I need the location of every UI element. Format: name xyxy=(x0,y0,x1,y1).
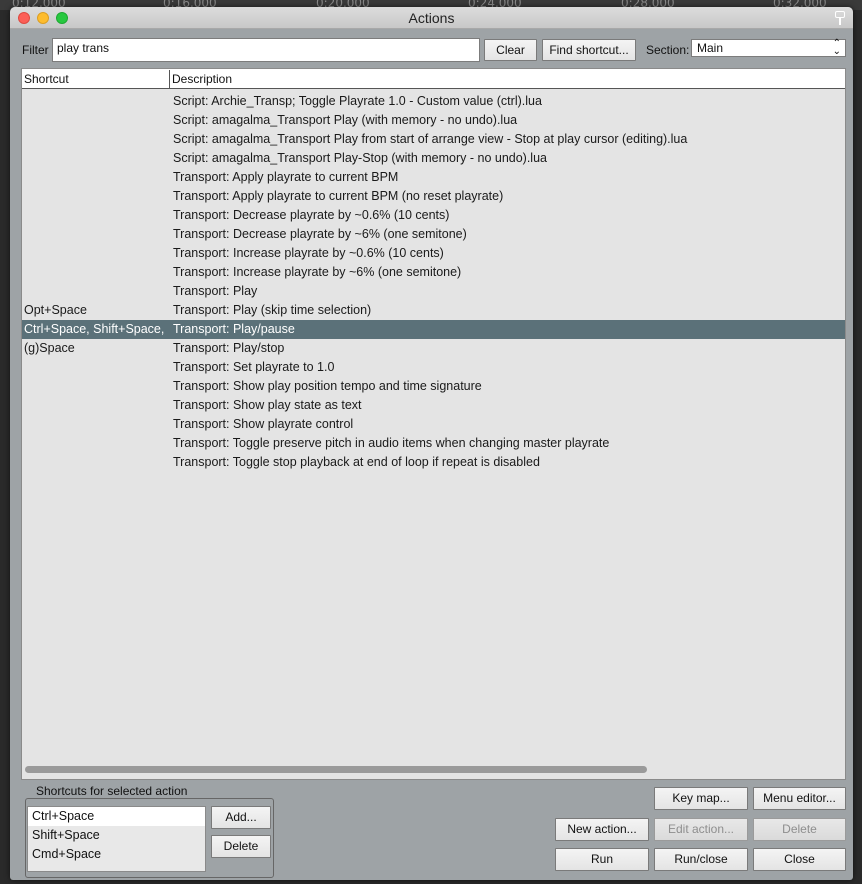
column-header-description[interactable]: Description xyxy=(172,72,232,86)
menu-editor-button[interactable]: Menu editor... xyxy=(753,787,846,810)
key-map-button[interactable]: Key map... xyxy=(654,787,748,810)
row-description: Transport: Increase playrate by ~6% (one… xyxy=(173,265,462,279)
list-row[interactable]: Transport: Decrease playrate by ~6% (one… xyxy=(22,225,845,244)
filter-label: Filter xyxy=(22,43,49,57)
row-description: Transport: Play/stop xyxy=(173,341,285,355)
row-description: Transport: Apply playrate to current BPM xyxy=(173,170,399,184)
row-shortcut: Ctrl+Space, Shift+Space, xyxy=(24,322,165,336)
list-row[interactable]: Script: amagalma_Transport Play from sta… xyxy=(22,130,845,149)
row-shortcut: (g)Space xyxy=(24,341,75,355)
row-shortcut: Opt+Space xyxy=(24,303,87,317)
list-row[interactable]: Transport: Play xyxy=(22,282,845,301)
list-row[interactable]: Transport: Set playrate to 1.0 xyxy=(22,358,845,377)
add-shortcut-button[interactable]: Add... xyxy=(211,806,271,829)
pin-icon[interactable] xyxy=(833,10,847,26)
new-action-button[interactable]: New action... xyxy=(555,818,649,841)
select-arrows-icon: ⌃ ⌄ xyxy=(832,38,841,57)
delete-action-button[interactable]: Delete xyxy=(753,818,846,841)
list-row[interactable]: Script: amagalma_Transport Play-Stop (wi… xyxy=(22,149,845,168)
list-row-selected[interactable]: Ctrl+Space, Shift+Space, Transport: Play/… xyxy=(22,320,845,339)
list-row[interactable]: Transport: Apply playrate to current BPM xyxy=(22,168,845,187)
list-row[interactable]: Transport: Increase playrate by ~6% (one… xyxy=(22,263,845,282)
shortcut-item[interactable]: Ctrl+Space xyxy=(28,807,205,826)
actions-window: Actions Filter play trans Clear Find sho… xyxy=(10,7,853,880)
list-row[interactable]: Transport: Decrease playrate by ~0.6% (1… xyxy=(22,206,845,225)
clear-button[interactable]: Clear xyxy=(484,39,537,61)
column-header-shortcut[interactable]: Shortcut xyxy=(24,72,69,86)
row-description: Transport: Toggle preserve pitch in audi… xyxy=(173,436,610,450)
list-row[interactable]: Script: Archie_Transp; Toggle Playrate 1… xyxy=(22,92,845,111)
list-row[interactable]: Script: amagalma_Transport Play (with me… xyxy=(22,111,845,130)
row-description: Script: amagalma_Transport Play-Stop (wi… xyxy=(173,151,547,165)
row-description: Script: amagalma_Transport Play from sta… xyxy=(173,132,688,146)
delete-shortcut-button[interactable]: Delete xyxy=(211,835,271,858)
shortcut-item[interactable]: Shift+Space xyxy=(28,826,205,845)
shortcut-item[interactable]: Cmd+Space xyxy=(28,845,205,864)
list-row[interactable]: Transport: Toggle stop playback at end o… xyxy=(22,453,845,472)
horizontal-scrollbar[interactable] xyxy=(25,766,647,773)
list-row[interactable]: Opt+Space Transport: Play (skip time sele… xyxy=(22,301,845,320)
row-description: Script: Archie_Transp; Toggle Playrate 1… xyxy=(173,94,542,108)
actions-list[interactable]: Shortcut Description Script: Archie_Tran… xyxy=(21,68,846,780)
row-description: Transport: Show play position tempo and … xyxy=(173,379,482,393)
shortcuts-group-title: Shortcuts for selected action xyxy=(36,784,188,798)
section-label: Section: xyxy=(646,43,690,57)
run-close-button[interactable]: Run/close xyxy=(654,848,748,871)
column-resize-handle[interactable] xyxy=(169,70,170,88)
window-title: Actions xyxy=(408,10,455,26)
edit-action-button[interactable]: Edit action... xyxy=(654,818,748,841)
list-header: Shortcut Description xyxy=(22,69,845,89)
row-description: Transport: Play (skip time selection) xyxy=(173,303,372,317)
section-select[interactable]: Main ⌃ ⌄ xyxy=(691,39,846,57)
row-description: Transport: Decrease playrate by ~0.6% (1… xyxy=(173,208,450,222)
row-description: Script: amagalma_Transport Play (with me… xyxy=(173,113,518,127)
list-row[interactable]: Transport: Show play position tempo and … xyxy=(22,377,845,396)
close-button[interactable]: Close xyxy=(753,848,846,871)
list-row[interactable]: Transport: Show playrate control xyxy=(22,415,845,434)
row-description: Transport: Decrease playrate by ~6% (one… xyxy=(173,227,467,241)
list-row[interactable]: Transport: Apply playrate to current BPM… xyxy=(22,187,845,206)
list-rows: Script: Archie_Transp; Toggle Playrate 1… xyxy=(22,92,845,472)
list-row[interactable]: Transport: Show play state as text xyxy=(22,396,845,415)
section-select-value: Main xyxy=(697,41,724,55)
find-shortcut-button[interactable]: Find shortcut... xyxy=(542,39,636,61)
row-description: Transport: Play/pause xyxy=(173,322,295,336)
list-row[interactable]: (g)Space Transport: Play/stop xyxy=(22,339,845,358)
row-description: Transport: Play xyxy=(173,284,258,298)
row-description: Transport: Set playrate to 1.0 xyxy=(173,360,335,374)
list-row[interactable]: Transport: Toggle preserve pitch in audi… xyxy=(22,434,845,453)
filter-input[interactable]: play trans xyxy=(52,38,480,62)
row-description: Transport: Show playrate control xyxy=(173,417,354,431)
shortcuts-list[interactable]: Ctrl+Space Shift+Space Cmd+Space xyxy=(27,806,206,872)
run-button[interactable]: Run xyxy=(555,848,649,871)
row-description: Transport: Toggle stop playback at end o… xyxy=(173,455,540,469)
list-row[interactable]: Transport: Increase playrate by ~0.6% (1… xyxy=(22,244,845,263)
row-description: Transport: Apply playrate to current BPM… xyxy=(173,189,504,203)
title-bar[interactable]: Actions xyxy=(10,7,853,29)
row-description: Transport: Show play state as text xyxy=(173,398,362,412)
row-description: Transport: Increase playrate by ~0.6% (1… xyxy=(173,246,444,260)
